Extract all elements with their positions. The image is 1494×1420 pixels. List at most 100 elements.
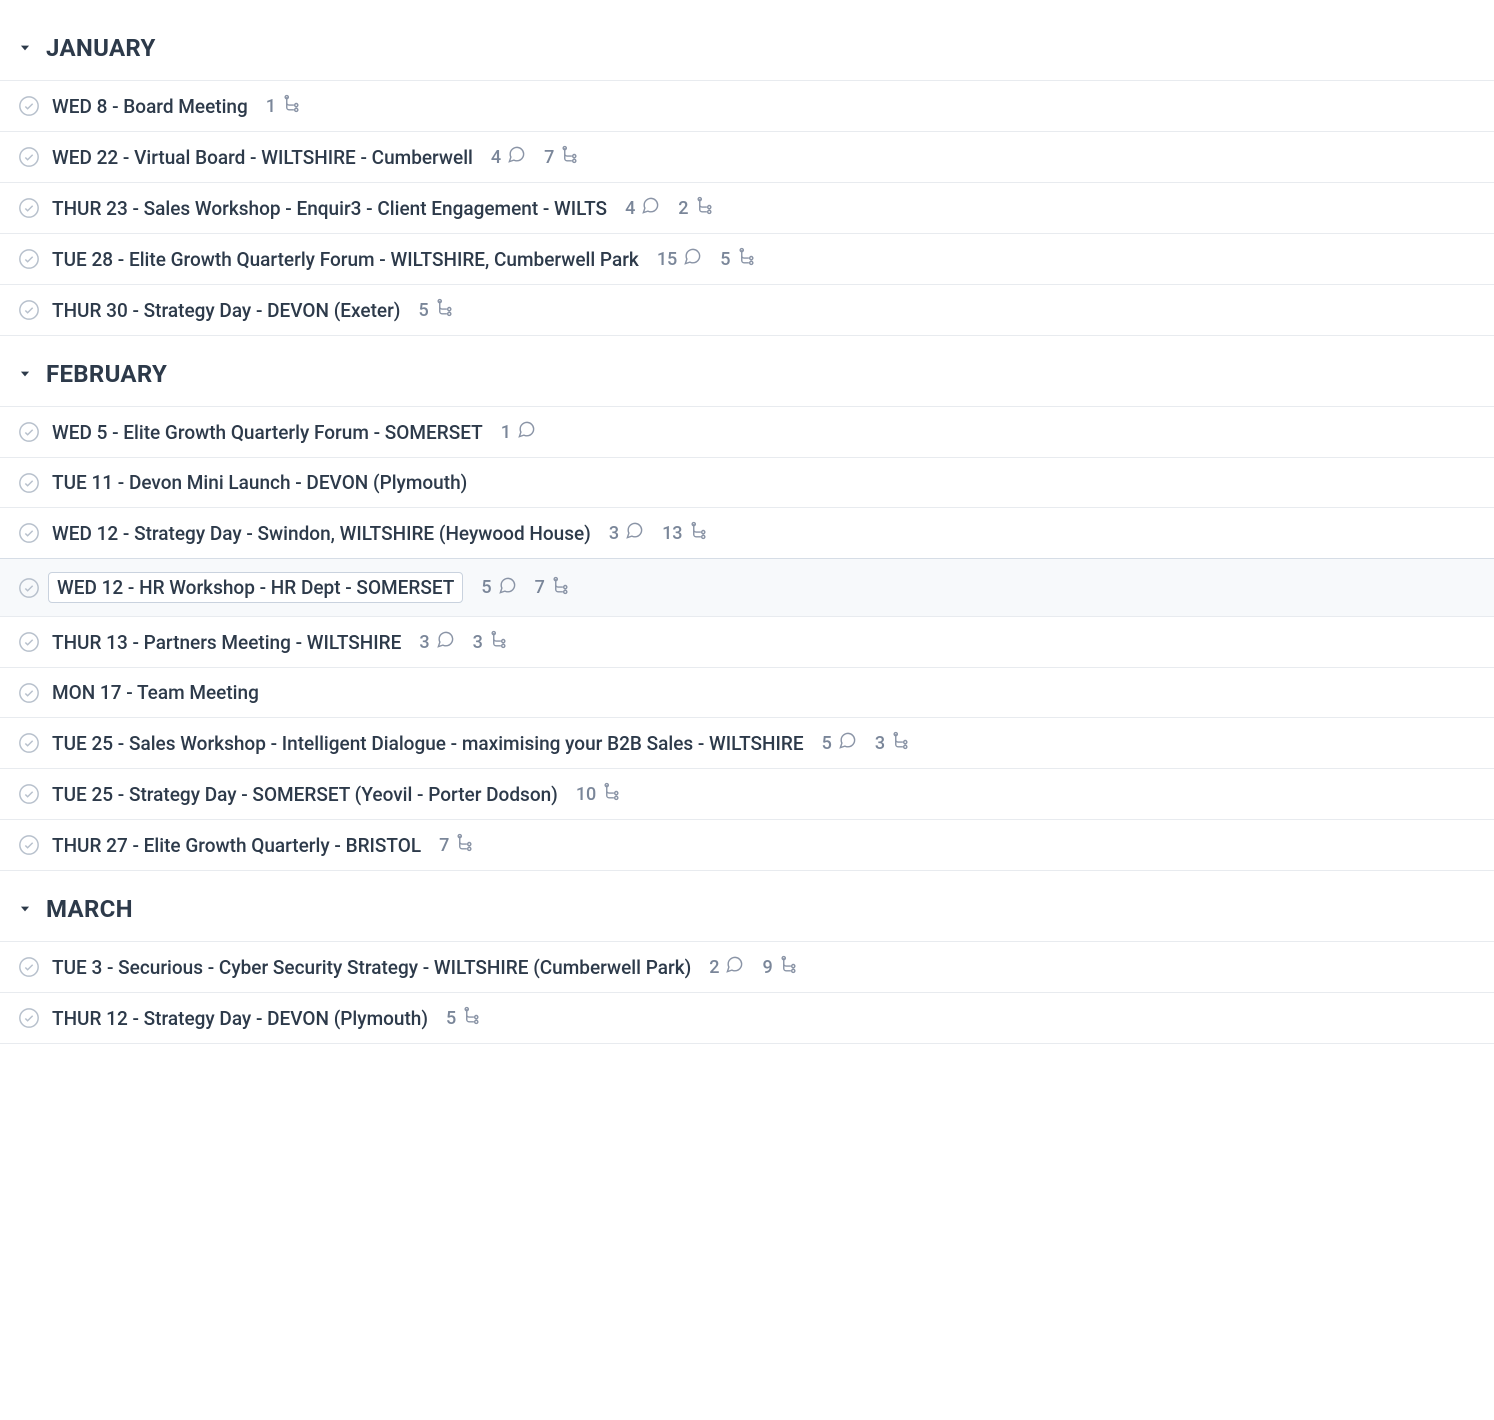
task-title[interactable]: WED 5 - Elite Growth Quarterly Forum - S… bbox=[52, 421, 483, 444]
task-row[interactable]: THUR 27 - Elite Growth Quarterly - BRIST… bbox=[0, 819, 1494, 871]
task-row[interactable]: TUE 25 - Strategy Day - SOMERSET (Yeovil… bbox=[0, 768, 1494, 819]
task-row[interactable]: WED 8 - Board Meeting 1 bbox=[0, 80, 1494, 131]
complete-check-icon[interactable] bbox=[18, 834, 40, 856]
task-row[interactable]: WED 12 - HR Workshop - HR Dept - SOMERSE… bbox=[0, 558, 1494, 617]
complete-check-icon[interactable] bbox=[18, 682, 40, 704]
subtasks-count[interactable]: 7 bbox=[439, 833, 474, 857]
comments-count[interactable]: 3 bbox=[419, 630, 454, 654]
subtasks-count[interactable]: 5 bbox=[418, 298, 453, 322]
subtasks-count[interactable]: 9 bbox=[762, 955, 797, 979]
complete-check-icon[interactable] bbox=[18, 522, 40, 544]
task-group: FEBRUARY WED 5 - Elite Growth Quarterly F… bbox=[0, 336, 1494, 871]
comments-count[interactable]: 4 bbox=[491, 145, 526, 169]
complete-check-icon[interactable] bbox=[18, 631, 40, 653]
caret-down-icon[interactable] bbox=[18, 367, 32, 381]
complete-check-icon[interactable] bbox=[18, 197, 40, 219]
subtasks-count[interactable]: 3 bbox=[875, 731, 910, 755]
task-meta: 15 5 bbox=[657, 247, 756, 271]
task-title[interactable]: TUE 25 - Strategy Day - SOMERSET (Yeovil… bbox=[52, 783, 558, 806]
comment-icon bbox=[725, 955, 744, 979]
comments-count[interactable]: 1 bbox=[501, 420, 536, 444]
comments-count[interactable]: 4 bbox=[625, 196, 660, 220]
comments-count[interactable]: 5 bbox=[822, 731, 857, 755]
comment-icon bbox=[507, 145, 526, 169]
task-title[interactable]: THUR 23 - Sales Workshop - Enquir3 - Cli… bbox=[52, 197, 607, 220]
comments-count-value: 5 bbox=[822, 733, 832, 754]
subtask-icon bbox=[560, 145, 579, 169]
complete-check-icon[interactable] bbox=[18, 732, 40, 754]
complete-check-icon[interactable] bbox=[18, 577, 40, 599]
comments-count-value: 2 bbox=[709, 957, 719, 978]
task-meta: 53 bbox=[822, 731, 910, 755]
task-title[interactable]: MON 17 - Team Meeting bbox=[52, 681, 259, 704]
complete-check-icon[interactable] bbox=[18, 146, 40, 168]
task-meta: 42 bbox=[625, 196, 713, 220]
subtasks-count[interactable]: 5 bbox=[720, 247, 755, 271]
complete-check-icon[interactable] bbox=[18, 248, 40, 270]
subtasks-count[interactable]: 1 bbox=[266, 94, 301, 118]
task-title[interactable]: TUE 25 - Sales Workshop - Intelligent Di… bbox=[52, 732, 804, 755]
task-row[interactable]: MON 17 - Team Meeting bbox=[0, 667, 1494, 717]
task-row[interactable]: TUE 28 - Elite Growth Quarterly Forum - … bbox=[0, 233, 1494, 284]
subtasks-count[interactable]: 7 bbox=[535, 576, 570, 600]
comments-count[interactable]: 3 bbox=[609, 521, 644, 545]
task-row[interactable]: WED 5 - Elite Growth Quarterly Forum - S… bbox=[0, 406, 1494, 457]
task-row[interactable]: THUR 23 - Sales Workshop - Enquir3 - Cli… bbox=[0, 182, 1494, 233]
subtasks-count-value: 5 bbox=[446, 1008, 456, 1029]
caret-down-icon[interactable] bbox=[18, 41, 32, 55]
subtasks-count[interactable]: 10 bbox=[576, 782, 621, 806]
task-row[interactable]: WED 12 - Strategy Day - Swindon, WILTSHI… bbox=[0, 507, 1494, 558]
subtask-icon bbox=[551, 576, 570, 600]
comments-count[interactable]: 15 bbox=[657, 247, 702, 271]
group-header[interactable]: FEBRUARY bbox=[0, 350, 1494, 406]
subtasks-count[interactable]: 13 bbox=[662, 521, 707, 545]
subtasks-count-value: 3 bbox=[473, 632, 483, 653]
group-header[interactable]: JANUARY bbox=[0, 24, 1494, 80]
complete-check-icon[interactable] bbox=[18, 299, 40, 321]
task-title[interactable]: THUR 13 - Partners Meeting - WILTSHIRE bbox=[52, 631, 401, 654]
task-title[interactable]: THUR 30 - Strategy Day - DEVON (Exeter) bbox=[52, 299, 400, 322]
group-header[interactable]: MARCH bbox=[0, 885, 1494, 941]
caret-down-icon[interactable] bbox=[18, 902, 32, 916]
subtasks-count[interactable]: 7 bbox=[544, 145, 579, 169]
comment-icon bbox=[498, 576, 517, 600]
complete-check-icon[interactable] bbox=[18, 421, 40, 443]
task-title[interactable]: WED 12 - HR Workshop - HR Dept - SOMERSE… bbox=[48, 572, 463, 603]
task-title[interactable]: WED 22 - Virtual Board - WILTSHIRE - Cum… bbox=[52, 146, 473, 169]
comment-icon bbox=[838, 731, 857, 755]
complete-check-icon[interactable] bbox=[18, 472, 40, 494]
task-row[interactable]: TUE 3 - Securious - Cyber Security Strat… bbox=[0, 941, 1494, 992]
comment-icon bbox=[683, 247, 702, 271]
task-title[interactable]: WED 12 - Strategy Day - Swindon, WILTSHI… bbox=[52, 522, 591, 545]
comment-icon bbox=[517, 420, 536, 444]
complete-check-icon[interactable] bbox=[18, 956, 40, 978]
task-meta: 7 bbox=[439, 833, 474, 857]
subtasks-count[interactable]: 3 bbox=[473, 630, 508, 654]
comments-count[interactable]: 5 bbox=[481, 576, 516, 600]
subtask-icon bbox=[737, 247, 756, 271]
complete-check-icon[interactable] bbox=[18, 783, 40, 805]
task-title[interactable]: THUR 27 - Elite Growth Quarterly - BRIST… bbox=[52, 834, 421, 857]
task-row[interactable]: THUR 12 - Strategy Day - DEVON (Plymouth… bbox=[0, 992, 1494, 1044]
complete-check-icon[interactable] bbox=[18, 1007, 40, 1029]
comments-count-value: 4 bbox=[625, 198, 635, 219]
subtasks-count[interactable]: 5 bbox=[446, 1006, 481, 1030]
task-meta: 29 bbox=[709, 955, 797, 979]
task-meta: 1 bbox=[266, 94, 301, 118]
task-title[interactable]: WED 8 - Board Meeting bbox=[52, 95, 248, 118]
task-meta: 10 bbox=[576, 782, 621, 806]
task-meta: 5 bbox=[446, 1006, 481, 1030]
task-title[interactable]: THUR 12 - Strategy Day - DEVON (Plymouth… bbox=[52, 1007, 428, 1030]
complete-check-icon[interactable] bbox=[18, 95, 40, 117]
task-title[interactable]: TUE 28 - Elite Growth Quarterly Forum - … bbox=[52, 248, 639, 271]
task-title[interactable]: TUE 11 - Devon Mini Launch - DEVON (Plym… bbox=[52, 471, 467, 494]
task-row[interactable]: THUR 13 - Partners Meeting - WILTSHIRE 33 bbox=[0, 616, 1494, 667]
task-row[interactable]: WED 22 - Virtual Board - WILTSHIRE - Cum… bbox=[0, 131, 1494, 182]
comments-count[interactable]: 2 bbox=[709, 955, 744, 979]
task-row[interactable]: TUE 11 - Devon Mini Launch - DEVON (Plym… bbox=[0, 457, 1494, 507]
task-row[interactable]: TUE 25 - Sales Workshop - Intelligent Di… bbox=[0, 717, 1494, 768]
subtasks-count[interactable]: 2 bbox=[678, 196, 713, 220]
subtasks-count-value: 5 bbox=[720, 249, 730, 270]
task-row[interactable]: THUR 30 - Strategy Day - DEVON (Exeter) 5 bbox=[0, 284, 1494, 336]
task-title[interactable]: TUE 3 - Securious - Cyber Security Strat… bbox=[52, 956, 691, 979]
